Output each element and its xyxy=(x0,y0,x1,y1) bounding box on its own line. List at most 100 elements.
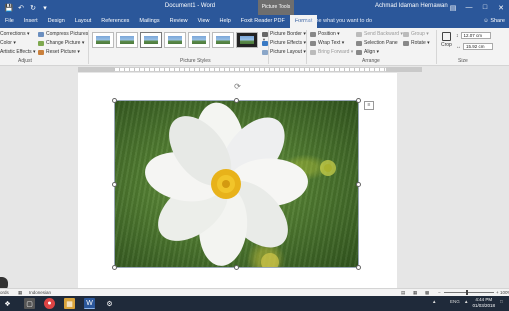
adjust-group-label: Adjust xyxy=(18,58,32,64)
lightbulb-icon: ◯ xyxy=(294,18,301,24)
word-app-icon[interactable]: W xyxy=(84,298,95,309)
selection-pane-button[interactable]: Selection Pane xyxy=(356,40,398,46)
resize-handle-n[interactable] xyxy=(234,98,239,103)
settings-icon[interactable]: ⚙ xyxy=(104,298,115,309)
crop-button[interactable]: Crop xyxy=(441,32,452,48)
wrap-text-label: Wrap Text ▾ xyxy=(318,40,345,46)
notifications-icon[interactable]: □ xyxy=(500,299,503,304)
resize-handle-se[interactable] xyxy=(356,265,361,270)
selection-pane-icon xyxy=(356,40,362,46)
artistic-effects-button[interactable]: Artistic Effects ▾ xyxy=(0,49,35,55)
compress-pictures-button[interactable]: Compress Pictures xyxy=(38,31,88,37)
compress-label: Compress Pictures xyxy=(46,31,89,37)
chrome-icon[interactable]: ● xyxy=(44,298,55,309)
resize-handle-ne[interactable] xyxy=(356,98,361,103)
picture-style-thumb[interactable] xyxy=(188,32,210,48)
position-icon xyxy=(310,31,316,37)
ribbon-tab-row: File Insert Design Layout References Mai… xyxy=(0,15,509,28)
quick-access-toolbar: 💾 ↶ ↻ ▾ xyxy=(4,2,50,13)
style-preview xyxy=(216,36,230,44)
maximize-button[interactable]: □ xyxy=(477,0,493,15)
group-button[interactable]: Group ▾ xyxy=(403,31,429,37)
group-separator xyxy=(306,30,307,64)
tray-chevron-icon[interactable]: ▲ xyxy=(432,299,436,304)
qat-dropdown-icon[interactable]: ▾ xyxy=(40,3,50,13)
document-title: Document1 - Word xyxy=(164,3,216,9)
save-icon[interactable]: 💾 xyxy=(4,3,14,13)
tab-references[interactable]: References xyxy=(96,15,134,28)
tab-insert[interactable]: Insert xyxy=(19,15,43,28)
picture-style-thumb[interactable] xyxy=(92,32,114,48)
color-button[interactable]: Color ▾ xyxy=(0,40,16,46)
cosmos-flower-image xyxy=(145,102,336,268)
picture-style-thumb[interactable] xyxy=(116,32,138,48)
bring-forward-button[interactable]: Bring Forward ▾ xyxy=(310,49,353,55)
width-input[interactable]: 15.92 cm xyxy=(463,43,493,50)
resize-handle-sw[interactable] xyxy=(112,265,117,270)
send-backward-label: Send Backward ▾ xyxy=(364,31,403,37)
undo-icon[interactable]: ↶ xyxy=(16,3,26,13)
resize-handle-w[interactable] xyxy=(112,182,117,187)
rotate-label: Rotate ▾ xyxy=(411,40,430,46)
group-label: Group ▾ xyxy=(411,31,429,37)
group-separator xyxy=(436,30,437,64)
ruler-left-margin xyxy=(78,67,114,72)
layout-options-icon[interactable]: ≡ xyxy=(364,101,374,110)
change-picture-button[interactable]: Change Picture ▾ xyxy=(38,40,84,46)
ribbon-tabs: File Insert Design Layout References Mai… xyxy=(0,15,318,28)
resize-handle-nw[interactable] xyxy=(112,98,117,103)
taskbar-clock[interactable]: 4:44 PM 01/03/2018 xyxy=(472,297,495,309)
share-button[interactable]: ☺ Share xyxy=(483,15,505,28)
selected-picture[interactable] xyxy=(114,100,359,268)
tab-view[interactable]: View xyxy=(193,15,215,28)
send-backward-button[interactable]: Send Backward ▾ xyxy=(356,31,403,37)
tab-help[interactable]: Help xyxy=(214,15,235,28)
user-name[interactable]: Achmad Idaman Hernawan xyxy=(375,3,448,9)
status-bar: ords ▦ Indonesian ▤ ▦ ▩ − + 100% xyxy=(0,288,509,296)
align-button[interactable]: Align ▾ xyxy=(356,49,379,55)
network-icon[interactable]: ▲ xyxy=(464,299,468,304)
picture-layout-button[interactable]: Picture Layout ▾ xyxy=(262,49,306,55)
tab-review[interactable]: Review xyxy=(165,15,193,28)
close-button[interactable]: ✕ xyxy=(493,0,509,15)
corrections-button[interactable]: Corrections ▾ xyxy=(0,31,29,37)
tab-file[interactable]: File xyxy=(0,15,19,28)
corrections-label: Corrections ▾ xyxy=(0,31,30,37)
clock-date: 01/03/2018 xyxy=(472,303,495,308)
zoom-slider[interactable] xyxy=(444,292,494,293)
picture-effects-button[interactable]: Picture Effects ▾ xyxy=(262,40,306,46)
ribbon-format-panel: Corrections ▾ Color ▾ Artistic Effects ▾… xyxy=(0,28,509,66)
tab-design[interactable]: Design xyxy=(43,15,70,28)
zoom-slider-thumb[interactable] xyxy=(466,290,468,295)
tab-layout[interactable]: Layout xyxy=(70,15,97,28)
window-controls: ▤ — □ ✕ xyxy=(445,0,509,15)
picture-styles-gallery xyxy=(92,32,260,50)
picture-style-thumb[interactable] xyxy=(212,32,234,48)
compress-icon xyxy=(38,31,44,37)
resize-handle-s[interactable] xyxy=(234,265,239,270)
start-icon[interactable]: ❖ xyxy=(2,298,13,309)
minimize-button[interactable]: — xyxy=(461,0,477,15)
file-explorer-icon[interactable]: ▦ xyxy=(64,298,75,309)
reset-picture-button[interactable]: Reset Picture ▾ xyxy=(38,49,80,55)
tab-mailings[interactable]: Mailings xyxy=(134,15,164,28)
picture-style-thumb[interactable] xyxy=(236,32,258,48)
ribbon-display-options-icon[interactable]: ▤ xyxy=(445,0,461,15)
tell-me-search[interactable]: ◯ Tell me what you want to do xyxy=(294,15,372,28)
redo-icon[interactable]: ↻ xyxy=(28,3,38,13)
picture-style-thumb[interactable] xyxy=(140,32,162,48)
title-bar: 💾 ↶ ↻ ▾ Document1 - Word Picture Tools A… xyxy=(0,0,509,15)
language-tray[interactable]: ENG xyxy=(450,299,460,304)
picture-border-button[interactable]: Picture Border ▾ xyxy=(262,31,306,37)
resize-handle-e[interactable] xyxy=(356,182,361,187)
rotate-handle-icon[interactable]: ⟳ xyxy=(233,82,242,91)
height-input[interactable]: 12.07 cm xyxy=(460,32,491,39)
task-view-icon[interactable]: ▢ xyxy=(24,298,35,309)
tab-foxit-reader-pdf[interactable]: Foxit Reader PDF xyxy=(236,15,290,28)
wrap-text-button[interactable]: Wrap Text ▾ xyxy=(310,40,344,46)
align-label: Align ▾ xyxy=(364,49,380,55)
rotate-button[interactable]: Rotate ▾ xyxy=(403,40,430,46)
position-button[interactable]: Position ▾ xyxy=(310,31,340,37)
horizontal-ruler[interactable] xyxy=(0,66,509,73)
picture-style-thumb[interactable] xyxy=(164,32,186,48)
